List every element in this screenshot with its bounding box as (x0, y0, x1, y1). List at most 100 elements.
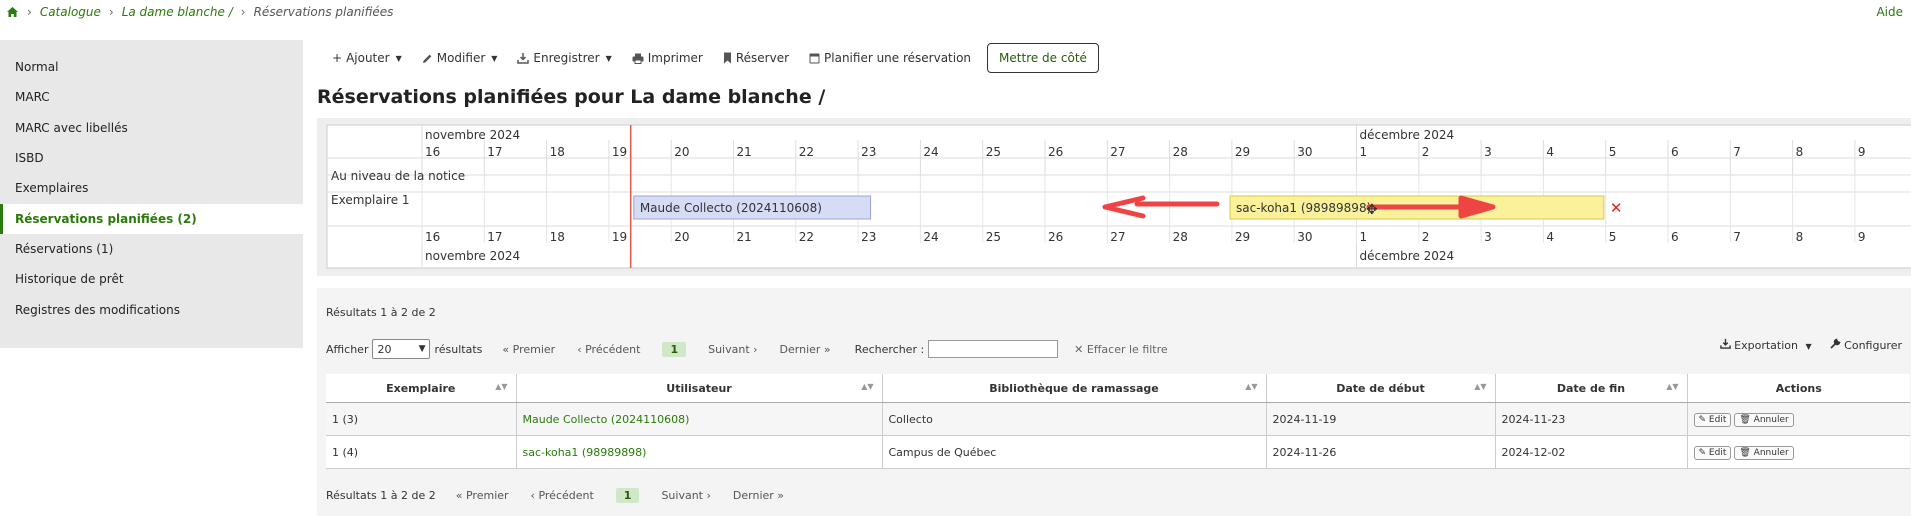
column-header-patron[interactable]: Utilisateur ▲▼ (515, 374, 882, 403)
clear-filter-button[interactable]: ✕ Effacer le filtre (1074, 343, 1168, 356)
column-header-item[interactable]: Exemplaire ▲▼ (326, 374, 516, 403)
cancel-booking-button[interactable]: 🗑 Annuler (1734, 412, 1794, 427)
schedule-booking-button[interactable]: Planifier une réservation (799, 44, 981, 72)
cell-library: Collecto (881, 402, 1266, 436)
cell-patron: sac-koha1 (98989898) (515, 435, 882, 469)
timeline-day-label-bottom: 30 (1297, 230, 1312, 244)
breadcrumb-catalogue[interactable]: Catalogue (40, 5, 101, 19)
pager-first[interactable]: « Premier (502, 343, 555, 356)
move-cursor-icon: ✥ (1366, 202, 1378, 218)
help-link[interactable]: Aide (1876, 5, 1903, 19)
export-button[interactable]: Exportation ▼ (1719, 338, 1812, 352)
timeline-day-label-top: 4 (1546, 145, 1554, 159)
timeline-day-label-bottom: 16 (425, 230, 440, 244)
timeline-day-label-top: 21 (737, 145, 752, 159)
pager-current-page[interactable]: 1 (615, 487, 640, 503)
caret-down-icon: ▼ (1805, 342, 1812, 351)
timeline-day-label-bottom: 20 (674, 230, 689, 244)
pager-last[interactable]: Dernier » (780, 343, 831, 356)
patron-link[interactable]: sac-koha1 (98989898) (523, 446, 647, 459)
table-tools: Exportation ▼ Configurer (1719, 338, 1902, 352)
reserve-button[interactable]: Réserver (713, 44, 799, 72)
sidebar-item-bookings[interactable]: Réservations planifiées (2) (0, 204, 303, 234)
configure-button[interactable]: Configurer (1830, 338, 1902, 352)
pager-bottom-wrap: Résultats 1 à 2 de 2 « Premier ‹ Précéde… (326, 484, 806, 506)
column-header-library[interactable]: Bibliothèque de ramassage ▲▼ (881, 374, 1266, 403)
sidebar-item-modification-log[interactable]: Registres des modifications (0, 295, 303, 325)
pager-current-page[interactable]: 1 (662, 341, 687, 357)
timeline-month-label-bottom: novembre 2024 (425, 249, 520, 263)
sidebar-item-holds[interactable]: Réservations (1) (0, 234, 303, 264)
search-input[interactable] (928, 340, 1059, 358)
patron-link[interactable]: Maude Collecto (2024110608) (523, 413, 690, 426)
timeline-day-label-bottom: 17 (487, 230, 502, 244)
page-title: Réservations planifiées pour La dame bla… (317, 86, 826, 108)
timeline-day-label-top: 22 (799, 145, 814, 159)
download-icon (517, 53, 530, 64)
column-header-end-date[interactable]: Date de fin ▲▼ (1494, 374, 1687, 403)
sort-icon: ▲▼ (1666, 382, 1679, 391)
timeline-day-label-top: 8 (1796, 145, 1804, 159)
table-controls: Afficher 20 ▼ résultats « Premier ‹ Préc… (326, 338, 1168, 360)
timeline-month-label-top: décembre 2024 (1360, 128, 1455, 142)
sort-icon: ▲▼ (1474, 382, 1487, 391)
set-aside-button[interactable]: Mettre de côté (987, 43, 1099, 73)
pager-last[interactable]: Dernier » (733, 489, 784, 502)
cell-end-date: 2024-11-23 (1494, 402, 1687, 436)
breadcrumb: › Catalogue › La dame blanche / › Réserv… (6, 4, 393, 20)
timeline-day-label-bottom: 18 (550, 230, 565, 244)
timeline-month-label-top: novembre 2024 (425, 128, 520, 142)
print-button[interactable]: Imprimer (622, 44, 713, 72)
timeline-day-label-bottom: 9 (1858, 230, 1866, 244)
download-icon (1719, 338, 1731, 349)
cell-item: 1 (4) (326, 435, 516, 469)
edit-button[interactable]: Modifier ▼ (412, 44, 508, 72)
column-header-start-date[interactable]: Date de début ▲▼ (1265, 374, 1495, 403)
timeline-day-label-bottom: 1 (1360, 230, 1368, 244)
save-button[interactable]: Enregistrer ▼ (507, 44, 621, 72)
pager-first[interactable]: « Premier (456, 489, 509, 502)
pager-previous[interactable]: ‹ Précédent (531, 489, 594, 502)
sidebar-item-checkout-history[interactable]: Historique de prêt (0, 264, 303, 294)
timeline-day-label-bottom: 24 (923, 230, 938, 244)
sort-icon: ▲▼ (495, 382, 508, 391)
results-info-bottom: Résultats 1 à 2 de 2 (326, 488, 436, 502)
add-button[interactable]: + Ajouter ▼ (322, 44, 412, 72)
cancel-booking-button[interactable]: 🗑 Annuler (1734, 445, 1794, 460)
pager-next[interactable]: Suivant › (661, 489, 710, 502)
timeline-day-label-bottom: 6 (1671, 230, 1679, 244)
breadcrumb-separator: › (240, 5, 246, 19)
plus-icon: + (332, 51, 343, 65)
edit-booking-button[interactable]: ✎ Edit (1693, 412, 1732, 427)
edit-booking-button[interactable]: ✎ Edit (1693, 445, 1732, 460)
bookings-timeline-panel: 16 16 17 17 18 18 19 19 20 20 21 21 22 22 23 23 24 24 25 25… (317, 118, 1911, 276)
page-size-select[interactable]: 20 ▼ (372, 339, 431, 359)
sort-icon: ▲▼ (861, 382, 874, 391)
breadcrumb-record[interactable]: La dame blanche / (122, 5, 233, 19)
table-row: 1 (4) sac-koha1 (98989898) Campus de Qué… (326, 435, 1910, 469)
bookings-timeline[interactable]: 1616171718181919202021212222232324242525… (317, 118, 1911, 276)
sidebar-item-marc[interactable]: MARC (0, 82, 303, 112)
timeline-day-label-bottom: 29 (1235, 230, 1250, 244)
timeline-day-label-top: 2 (1422, 145, 1430, 159)
sidebar-item-normal[interactable]: Normal (0, 52, 303, 82)
table-header-row: Exemplaire ▲▼ Utilisateur ▲▼ Bibliothèque … (326, 374, 1910, 403)
timeline-day-label-top: 16 (425, 145, 440, 159)
sidebar-item-items[interactable]: Exemplaires (0, 173, 303, 203)
breadcrumb-separator: › (27, 5, 32, 19)
timeline-day-label-bottom: 21 (737, 230, 752, 244)
cell-start-date: 2024-11-19 (1265, 402, 1495, 436)
printer-icon (632, 53, 644, 64)
breadcrumb-separator: › (108, 5, 114, 19)
timeline-day-label-top: 29 (1235, 145, 1250, 159)
sidebar-item-marc-labels[interactable]: MARC avec libellés (0, 113, 303, 143)
toolbar: + Ajouter ▼ Modifier ▼ Enregistrer ▼ Imp… (322, 43, 1099, 73)
pager-previous[interactable]: ‹ Précédent (577, 343, 640, 356)
home-icon[interactable] (6, 6, 19, 18)
pager-next[interactable]: Suivant › (708, 343, 757, 356)
sidebar-item-isbd[interactable]: ISBD (0, 143, 303, 173)
booking-bar-label: Maude Collecto (2024110608) (640, 201, 822, 215)
pencil-icon: ✎ (1698, 414, 1707, 425)
timeline-month-label-bottom: décembre 2024 (1360, 249, 1455, 263)
pager-bottom: « Premier ‹ Précédent 1 Suivant › Dernie… (456, 487, 806, 503)
